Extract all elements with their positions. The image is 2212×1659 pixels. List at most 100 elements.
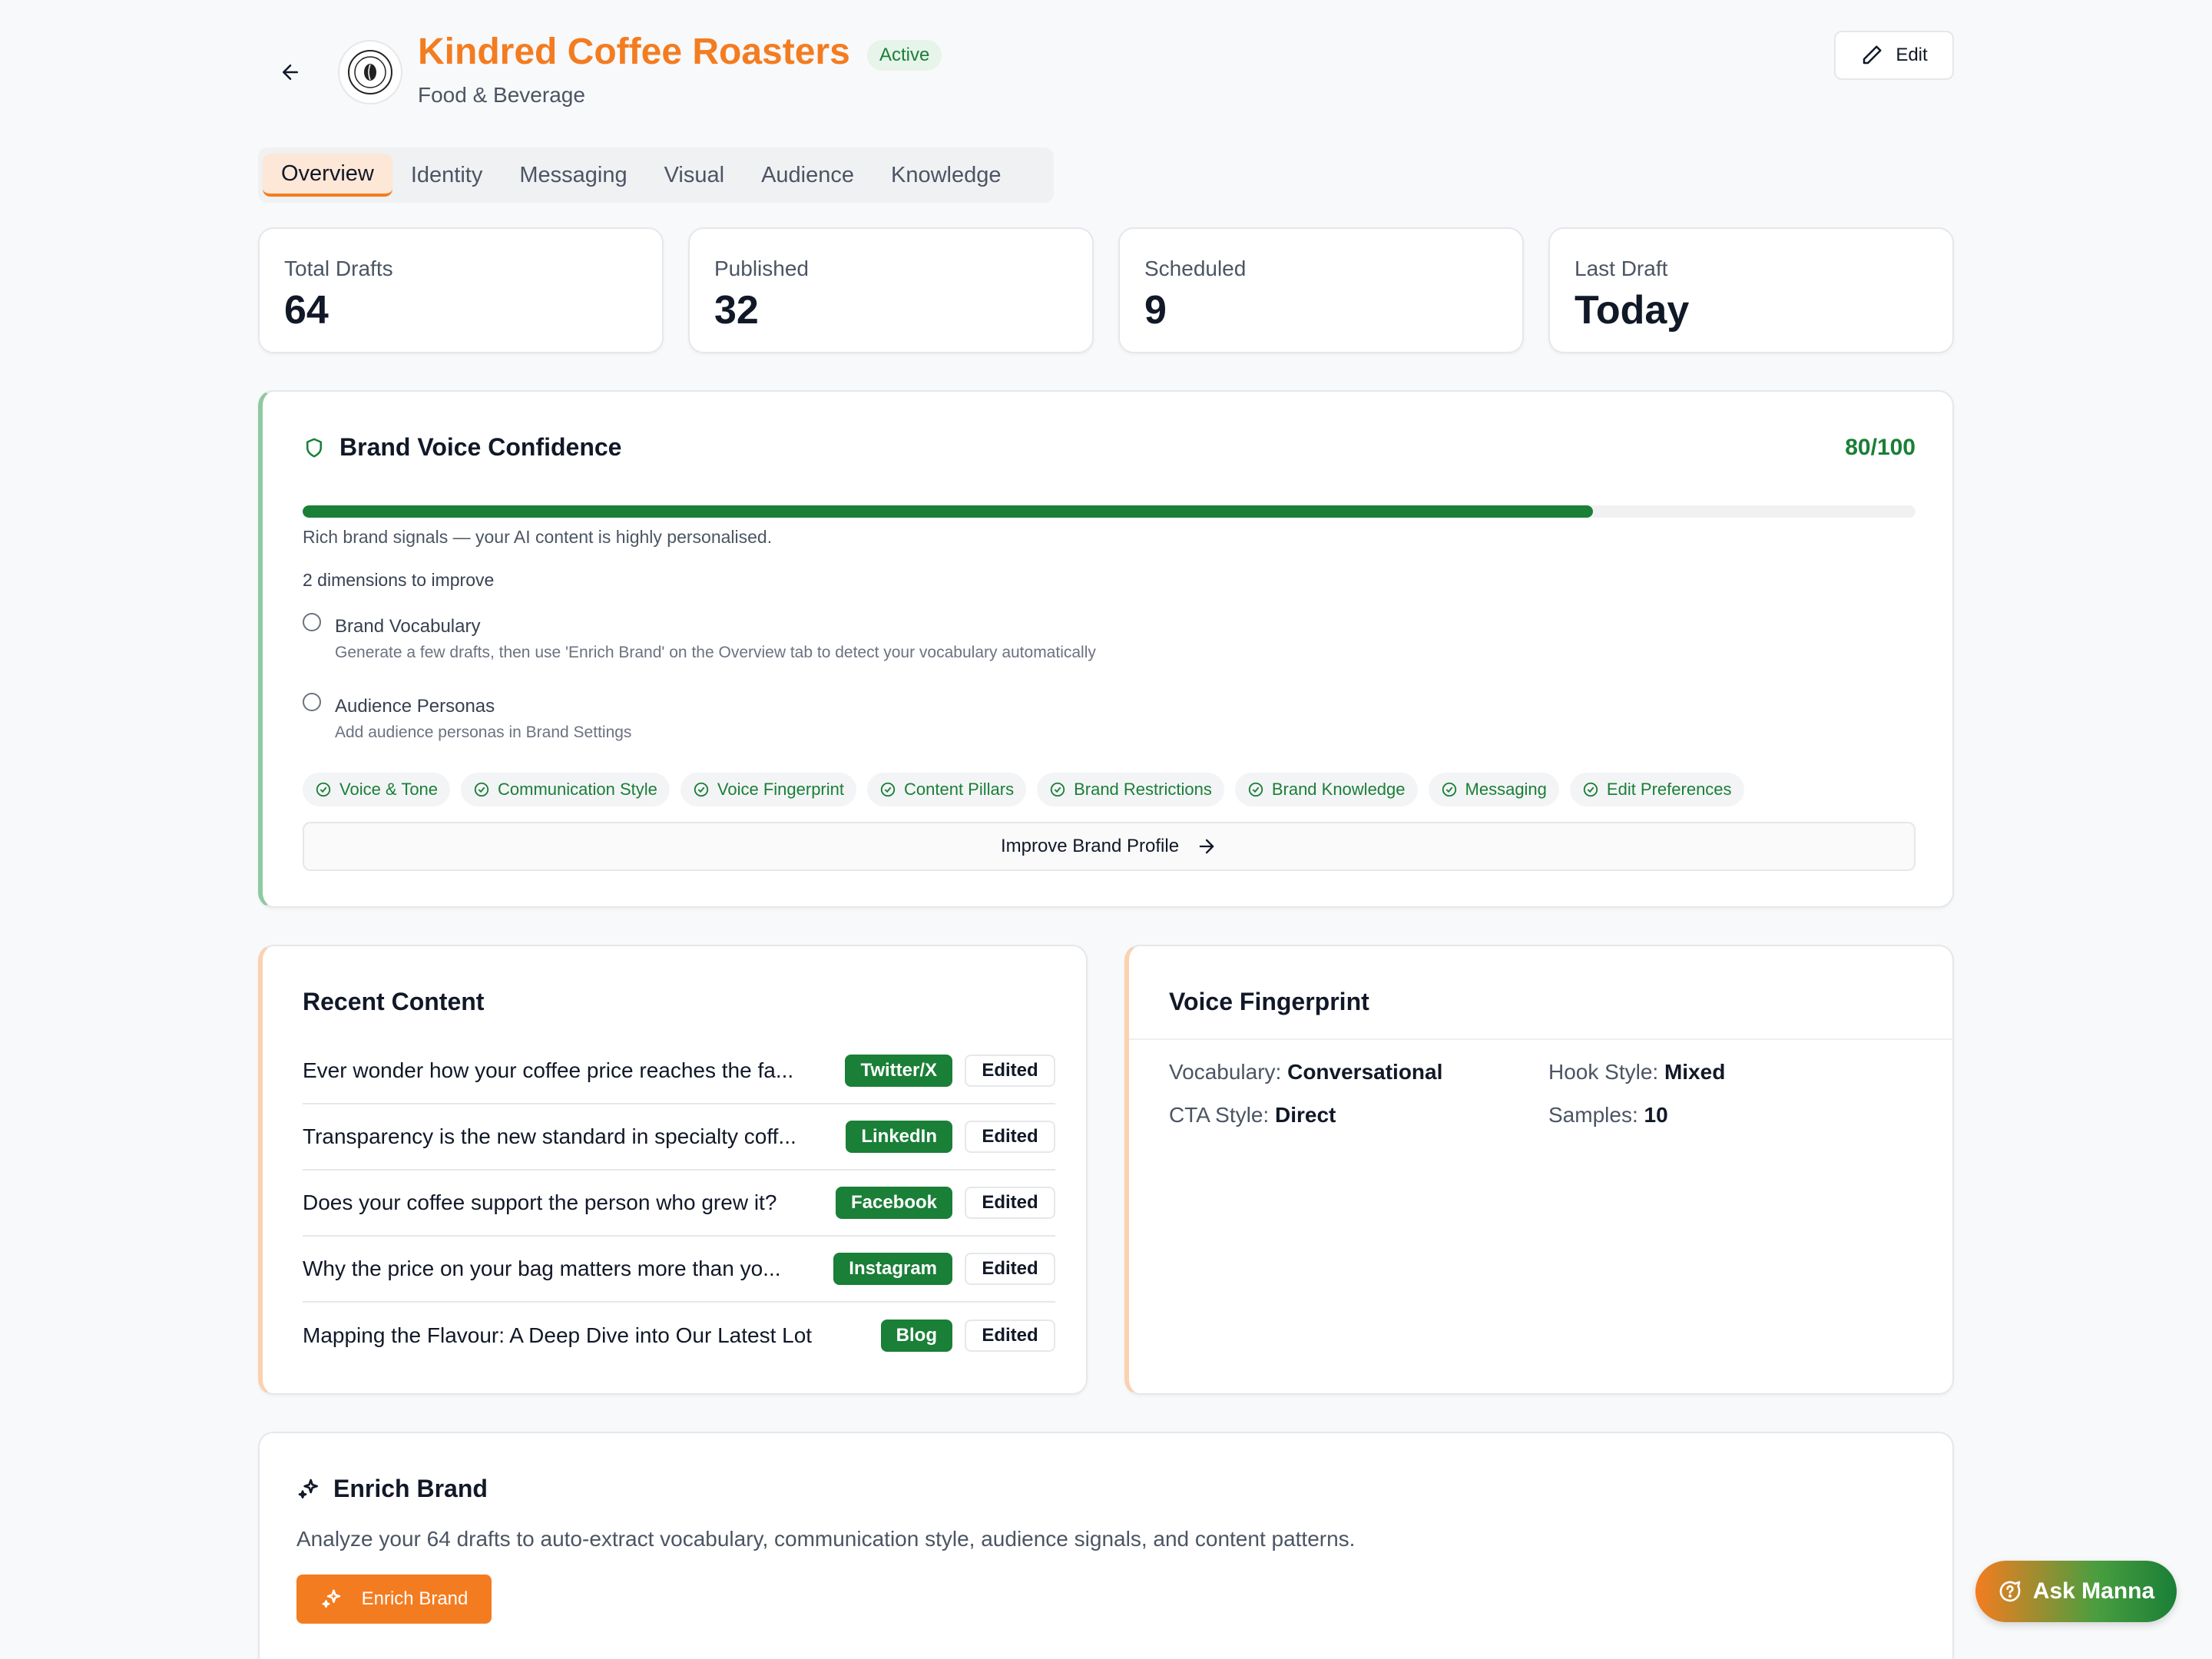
tab-overview[interactable]: Overview xyxy=(263,154,392,197)
completed-pill: Content Pillars xyxy=(867,773,1027,806)
page-header: Kindred Coffee Roasters Active Food & Be… xyxy=(258,0,1954,131)
confidence-progress-bar xyxy=(303,505,1916,518)
status-badge: Edited xyxy=(965,1055,1055,1087)
list-item[interactable]: Why the price on your bag matters more t… xyxy=(303,1237,1055,1303)
pill-label: Messaging xyxy=(1465,780,1547,799)
check-circle-icon xyxy=(1442,782,1456,797)
confidence-message: Rich brand signals — your AI content is … xyxy=(303,527,773,547)
confidence-title: Brand Voice Confidence xyxy=(339,433,622,461)
check-circle-icon xyxy=(316,782,331,797)
completed-pill: Messaging xyxy=(1428,773,1559,806)
fingerprint-cta-style: CTA Style: Direct xyxy=(1169,1103,1548,1128)
list-item[interactable]: Mapping the Flavour: A Deep Dive into Ou… xyxy=(303,1303,1055,1369)
completed-pill: Communication Style xyxy=(461,773,670,806)
completed-pill: Brand Knowledge xyxy=(1234,773,1418,806)
sparkles-icon xyxy=(298,1479,318,1498)
status-badge: Edited xyxy=(965,1320,1055,1352)
fingerprint-hook-style: Hook Style: Mixed xyxy=(1548,1060,1856,1084)
ask-manna-button[interactable]: Ask Manna xyxy=(1975,1561,2177,1622)
arrow-right-icon xyxy=(1199,839,1214,854)
completed-pill: Edit Preferences xyxy=(1569,773,1744,806)
dimension-audience-personas[interactable]: Audience Personas Add audience personas … xyxy=(303,690,631,742)
sparkles-icon xyxy=(322,1589,340,1608)
platform-badge: Blog xyxy=(880,1320,952,1352)
content-title[interactable]: Why the price on your bag matters more t… xyxy=(303,1257,833,1281)
fingerprint-vocabulary: Vocabulary: Conversational xyxy=(1169,1060,1548,1084)
stat-label: Last Draft xyxy=(1575,257,1668,280)
brand-logo xyxy=(338,40,402,104)
confidence-progress-fill xyxy=(303,505,1593,518)
tab-identity[interactable]: Identity xyxy=(392,154,502,197)
confidence-score: 80/100 xyxy=(1845,435,1916,460)
dimension-brand-vocabulary[interactable]: Brand Vocabulary Generate a few drafts, … xyxy=(303,610,1096,662)
brand-voice-confidence-card: Brand Voice Confidence 80/100 Rich brand… xyxy=(258,390,1954,908)
divider xyxy=(1129,1038,1952,1040)
pill-label: Edit Preferences xyxy=(1606,780,1732,799)
recent-content-title: Recent Content xyxy=(303,988,485,1015)
fingerprint-label: Vocabulary: xyxy=(1169,1060,1282,1084)
stat-value: 64 xyxy=(284,288,329,333)
tab-messaging[interactable]: Messaging xyxy=(501,154,645,197)
completed-pill: Voice & Tone xyxy=(303,773,451,806)
enrich-title: Enrich Brand xyxy=(333,1475,488,1502)
fingerprint-value: Mixed xyxy=(1664,1060,1726,1084)
pill-label: Voice & Tone xyxy=(339,780,439,799)
confidence-header: Brand Voice Confidence xyxy=(303,433,621,462)
dimension-radio[interactable] xyxy=(303,693,321,711)
fingerprint-label: Hook Style: xyxy=(1548,1060,1659,1084)
stat-label: Total Drafts xyxy=(284,257,393,280)
improve-brand-profile-button[interactable]: Improve Brand Profile xyxy=(303,822,1916,871)
tab-visual[interactable]: Visual xyxy=(646,154,743,197)
stat-label: Scheduled xyxy=(1144,257,1247,280)
check-circle-icon xyxy=(1248,782,1263,797)
fingerprint-value: Direct xyxy=(1274,1103,1336,1127)
status-badge: Edited xyxy=(965,1121,1055,1153)
coffee-bean-logo-icon xyxy=(348,50,392,94)
enrich-header: Enrich Brand xyxy=(296,1475,488,1503)
brand-category: Food & Beverage xyxy=(418,83,585,107)
fingerprint-value: Conversational xyxy=(1287,1060,1443,1084)
platform-badge: Instagram xyxy=(833,1253,952,1285)
enrich-brand-card: Enrich Brand Analyze your 64 drafts to a… xyxy=(258,1432,1954,1659)
recent-content-list: Ever wonder how your coffee price reache… xyxy=(303,1038,1055,1369)
voice-fingerprint-card: Voice Fingerprint Vocabulary: Conversati… xyxy=(1124,945,1954,1395)
status-badge: Edited xyxy=(965,1187,1055,1219)
ask-manna-label: Ask Manna xyxy=(2032,1578,2155,1604)
edit-label: Edit xyxy=(1896,45,1928,65)
dimensions-title: 2 dimensions to improve xyxy=(303,570,495,590)
check-circle-icon xyxy=(694,782,709,797)
fingerprint-label: Samples: xyxy=(1548,1103,1638,1127)
pill-label: Content Pillars xyxy=(904,780,1015,799)
back-button[interactable] xyxy=(272,54,309,91)
list-item[interactable]: Ever wonder how your coffee price reache… xyxy=(303,1038,1055,1104)
content-title[interactable]: Ever wonder how your coffee price reache… xyxy=(303,1058,845,1083)
pill-label: Brand Restrictions xyxy=(1074,780,1212,799)
content-title[interactable]: Mapping the Flavour: A Deep Dive into Ou… xyxy=(303,1323,881,1348)
tab-knowledge[interactable]: Knowledge xyxy=(873,154,1020,197)
stat-total-drafts: Total Drafts 64 xyxy=(258,227,664,353)
stat-label: Published xyxy=(714,257,809,280)
completed-pill: Voice Fingerprint xyxy=(680,773,856,806)
dimension-radio[interactable] xyxy=(303,613,321,631)
fingerprint-grid: Vocabulary: Conversational Hook Style: M… xyxy=(1169,1060,1856,1128)
fingerprint-label: CTA Style: xyxy=(1169,1103,1270,1127)
dimension-name: Audience Personas xyxy=(335,696,495,717)
brand-page: Kindred Coffee Roasters Active Food & Be… xyxy=(258,0,1954,1659)
enrich-brand-button[interactable]: Enrich Brand xyxy=(296,1575,492,1624)
brand-name: Kindred Coffee Roasters xyxy=(418,31,850,72)
improve-label: Improve Brand Profile xyxy=(1000,836,1180,856)
content-title[interactable]: Transparency is the new standard in spec… xyxy=(303,1124,846,1149)
check-circle-icon xyxy=(880,782,896,797)
voice-fingerprint-title: Voice Fingerprint xyxy=(1169,988,1369,1015)
platform-badge: LinkedIn xyxy=(846,1121,952,1153)
content-title[interactable]: Does your coffee support the person who … xyxy=(303,1190,836,1215)
check-circle-icon xyxy=(1583,782,1598,797)
completed-pill: Brand Restrictions xyxy=(1037,773,1224,806)
edit-button[interactable]: Edit xyxy=(1834,31,1954,80)
list-item[interactable]: Does your coffee support the person who … xyxy=(303,1171,1055,1237)
list-item[interactable]: Transparency is the new standard in spec… xyxy=(303,1104,1055,1171)
recent-content-card: Recent Content Ever wonder how your coff… xyxy=(258,945,1088,1395)
enrich-button-label: Enrich Brand xyxy=(361,1588,469,1609)
tab-audience[interactable]: Audience xyxy=(743,154,873,197)
status-badge: Active xyxy=(867,40,942,71)
